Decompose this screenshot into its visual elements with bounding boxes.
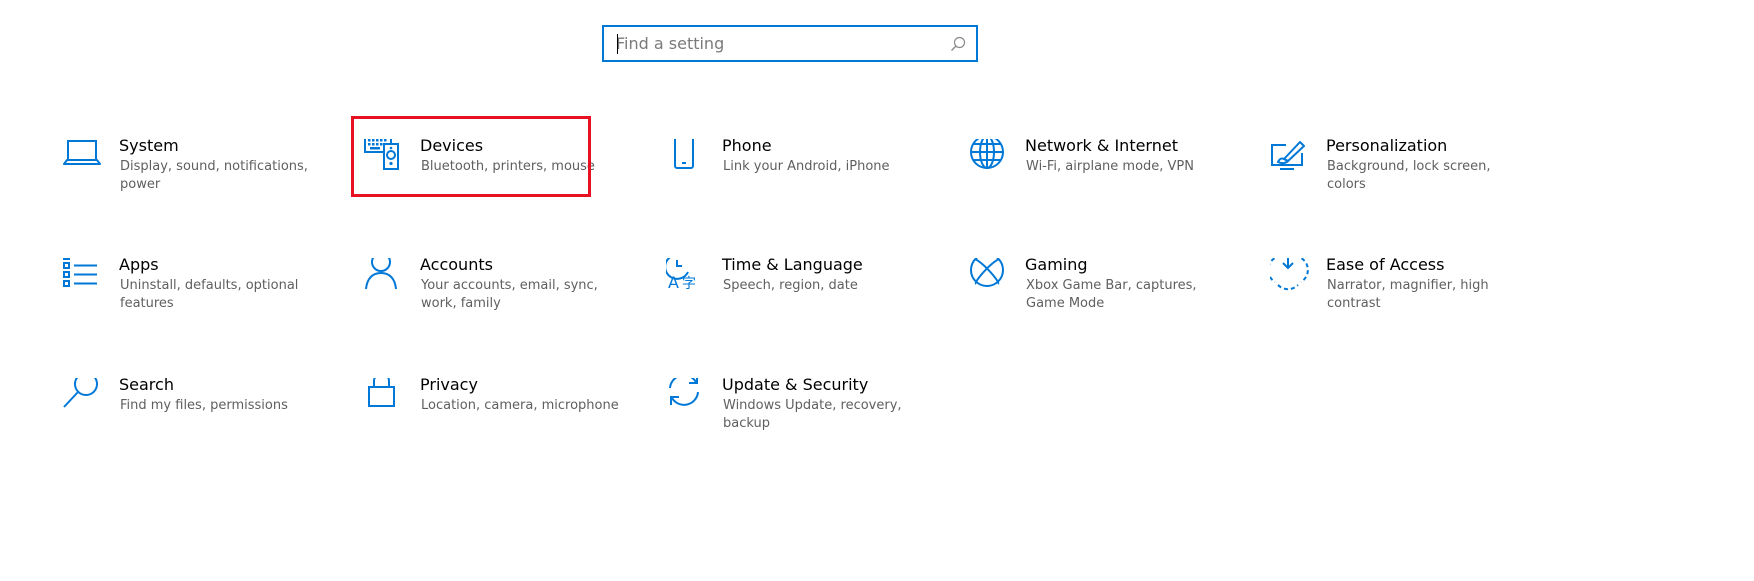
tile-search[interactable]: Search Find my files, permissions	[63, 375, 333, 468]
ease-of-access-icon	[1270, 258, 1310, 298]
phone-icon	[666, 139, 706, 179]
tile-title: System	[119, 136, 179, 155]
time-language-icon: A 字	[666, 258, 706, 298]
personalization-icon	[1270, 139, 1310, 179]
sync-arrows-icon	[666, 378, 706, 418]
tile-accounts[interactable]: Accounts Your accounts, email, sync, wor…	[364, 255, 634, 348]
globe-icon	[969, 139, 1009, 179]
tile-title: Time & Language	[722, 255, 863, 274]
search-magnifier-icon	[63, 378, 103, 418]
text-caret	[617, 34, 618, 54]
tile-system[interactable]: System Display, sound, notifications, po…	[63, 136, 333, 229]
tile-description: Xbox Game Bar, captures, Game Mode	[1026, 278, 1197, 311]
tile-title: Personalization	[1326, 136, 1448, 155]
tile-description: Display, sound, notifications, power	[120, 159, 308, 192]
tile-title: Devices	[420, 136, 484, 155]
tile-description: Link your Android, iPhone	[723, 159, 890, 174]
search-icon[interactable]	[949, 35, 967, 53]
svg-text:A: A	[668, 273, 679, 292]
person-icon	[364, 258, 404, 298]
tile-description: Find my files, permissions	[120, 398, 288, 413]
tile-title: Privacy	[420, 375, 478, 394]
tile-title: Ease of Access	[1326, 255, 1445, 274]
tile-privacy[interactable]: Privacy Location, camera, microphone	[364, 375, 634, 468]
tile-description: Narrator, magnifier, high contrast	[1327, 278, 1489, 311]
tile-network-internet[interactable]: Network & Internet Wi-Fi, airplane mode,…	[969, 136, 1239, 229]
devices-icon	[364, 139, 404, 179]
lock-icon	[364, 378, 404, 418]
tile-personalization[interactable]: Personalization Background, lock screen,…	[1270, 136, 1540, 229]
tile-update-security[interactable]: Update & Security Windows Update, recove…	[666, 375, 936, 468]
tile-description: Your accounts, email, sync, work, family	[421, 278, 598, 311]
tile-gaming[interactable]: Gaming Xbox Game Bar, captures, Game Mod…	[969, 255, 1239, 348]
tile-description: Background, lock screen, colors	[1327, 159, 1491, 192]
tile-description: Location, camera, microphone	[421, 398, 619, 413]
tile-title: Network & Internet	[1025, 136, 1178, 155]
tile-title: Search	[119, 375, 174, 394]
tile-description: Wi-Fi, airplane mode, VPN	[1026, 159, 1194, 174]
tile-title: Accounts	[420, 255, 493, 274]
tile-devices[interactable]: Devices Bluetooth, printers, mouse	[364, 136, 634, 229]
tile-description: Bluetooth, printers, mouse	[421, 159, 595, 174]
tile-apps[interactable]: Apps Uninstall, defaults, optional featu…	[63, 255, 333, 348]
xbox-icon	[969, 258, 1009, 298]
tile-description: Uninstall, defaults, optional features	[120, 278, 299, 311]
tile-time-language[interactable]: A 字 Time & Language Speech, region, date	[666, 255, 936, 348]
apps-list-icon	[63, 258, 103, 298]
laptop-icon	[63, 139, 103, 179]
tile-phone[interactable]: Phone Link your Android, iPhone	[666, 136, 936, 229]
search-box[interactable]	[602, 25, 978, 62]
tile-title: Gaming	[1025, 255, 1088, 274]
tile-ease-of-access[interactable]: Ease of Access Narrator, magnifier, high…	[1270, 255, 1540, 348]
tile-description: Windows Update, recovery, backup	[723, 398, 902, 431]
tile-title: Phone	[722, 136, 772, 155]
tile-title: Update & Security	[722, 375, 869, 394]
tile-description: Speech, region, date	[723, 278, 858, 293]
tile-title: Apps	[119, 255, 159, 274]
svg-text:字: 字	[682, 276, 696, 292]
search-input[interactable]	[616, 27, 936, 60]
